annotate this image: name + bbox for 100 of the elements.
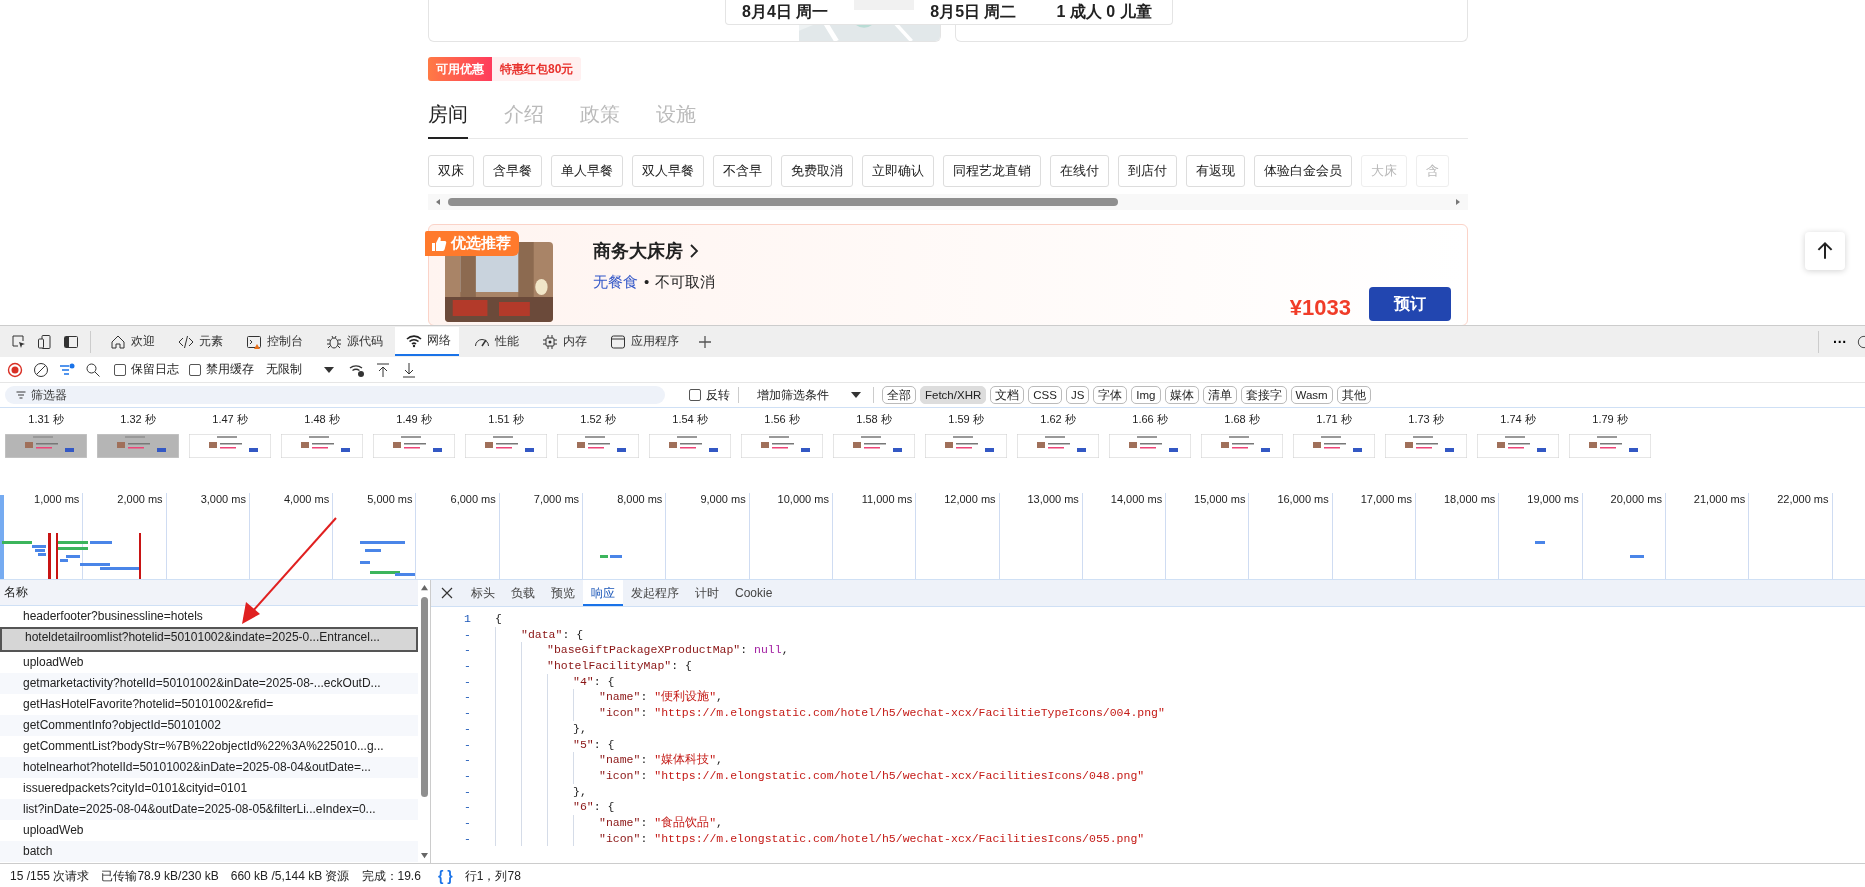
type-filter-button[interactable]: CSS xyxy=(1028,386,1062,404)
search-icon[interactable] xyxy=(85,361,101,378)
inspect-icon[interactable] xyxy=(11,333,27,350)
filter-chip[interactable]: 不含早 xyxy=(713,155,772,187)
request-row[interactable]: batch xyxy=(0,841,418,862)
detail-tab[interactable]: 响应 xyxy=(583,580,623,606)
request-row[interactable]: getHasHotelFavorite?hotelid=50101002&refid= xyxy=(0,694,418,715)
checkbox[interactable] xyxy=(114,363,126,376)
caret-icon[interactable] xyxy=(851,391,861,399)
request-row[interactable]: hoteldetailroomlist?hotelid=50101002&indate=2025-0...Entrancel... xyxy=(0,627,418,652)
page-thumbnail[interactable] xyxy=(373,434,455,458)
clear-icon[interactable] xyxy=(33,361,49,378)
filter-chip[interactable]: 有返现 xyxy=(1186,155,1245,187)
filter-icon[interactable] xyxy=(59,361,75,378)
filter-chip[interactable]: 体验白金会员 xyxy=(1254,155,1352,187)
upload-icon[interactable] xyxy=(375,361,391,378)
room-name[interactable]: 商务大床房 xyxy=(593,239,683,263)
page-thumbnail[interactable] xyxy=(833,434,915,458)
filter-chip[interactable]: 双人早餐 xyxy=(632,155,704,187)
column-header[interactable]: 名称 xyxy=(0,580,418,606)
filter-chip[interactable]: 含早餐 xyxy=(483,155,542,187)
pretty-print-button[interactable]: { } xyxy=(434,868,457,884)
type-filter-button[interactable]: 清单 xyxy=(1202,386,1237,404)
page-thumbnail[interactable] xyxy=(1477,434,1559,458)
page-thumbnail[interactable] xyxy=(97,434,179,458)
record-icon[interactable] xyxy=(7,361,23,378)
page-thumbnail[interactable] xyxy=(1201,434,1283,458)
type-filter-button[interactable]: 字体 xyxy=(1093,386,1128,404)
devtools-tab[interactable]: 控制台 xyxy=(235,327,311,356)
filter-chip[interactable]: 在线付 xyxy=(1050,155,1109,187)
filter-chip[interactable]: 单人早餐 xyxy=(551,155,623,187)
filter-chip[interactable]: 到店付 xyxy=(1118,155,1177,187)
device-icon[interactable] xyxy=(37,333,53,350)
page-thumbnail[interactable] xyxy=(281,434,363,458)
type-filter-button[interactable]: 套接字 xyxy=(1240,386,1287,404)
more-button[interactable]: ··· xyxy=(1827,333,1853,350)
scroll-left-icon[interactable] xyxy=(434,198,442,206)
close-icon[interactable] xyxy=(441,587,453,599)
page-thumbnail[interactable] xyxy=(741,434,823,458)
type-filter-button[interactable]: Fetch/XHR xyxy=(920,386,987,404)
add-tab-icon[interactable] xyxy=(697,333,713,350)
page-thumbnail[interactable] xyxy=(649,434,731,458)
book-button[interactable]: 预订 xyxy=(1369,287,1451,321)
type-filter-button[interactable]: 其他 xyxy=(1336,386,1371,404)
scroll-up-icon[interactable] xyxy=(419,584,429,591)
detail-tab[interactable]: 负载 xyxy=(503,580,543,606)
request-row[interactable]: headerfooter?businessline=hotels xyxy=(0,606,418,627)
checkbox[interactable] xyxy=(689,389,701,401)
devtools-tab[interactable]: 元素 xyxy=(167,327,231,356)
devtools-tab[interactable]: 欢迎 xyxy=(99,327,163,356)
request-row[interactable]: uploadWeb xyxy=(0,652,418,673)
page-thumbnail[interactable] xyxy=(189,434,271,458)
page-thumbnail[interactable] xyxy=(557,434,639,458)
request-row[interactable]: issueredpackets?cityId=0101&cityid=0101 xyxy=(0,778,418,799)
filter-chip[interactable]: 同程艺龙直销 xyxy=(943,155,1041,187)
devtools-tab[interactable]: 源代码 xyxy=(315,327,391,356)
section-tab[interactable]: 房间 xyxy=(428,93,468,139)
request-row[interactable]: getCommentList?bodyStr=%7B%22objectId%22%3A%225010...g... xyxy=(0,736,418,757)
detail-tab[interactable]: 计时 xyxy=(687,580,727,606)
page-thumbnail[interactable] xyxy=(465,434,547,458)
download-icon[interactable] xyxy=(401,361,417,378)
type-filter-button[interactable]: 全部 xyxy=(882,386,916,404)
date-selector[interactable]: 8月4日 周一 8月5日 周二 1 成人 0 儿童 xyxy=(725,0,1173,25)
detail-tab[interactable]: 预览 xyxy=(543,580,583,606)
filter-chip[interactable]: 立即确认 xyxy=(862,155,934,187)
throttle-dropdown[interactable]: 无限制 xyxy=(266,361,302,378)
room-card[interactable]: 优选推荐 商务大床房 无餐食 • 不可取消 ¥1033 预订 xyxy=(428,224,1468,325)
devtools-tab[interactable]: 应用程序 xyxy=(599,327,687,356)
devtools-tab[interactable]: 性能 xyxy=(463,327,527,356)
request-row[interactable]: getCommentInfo?objectId=50101002 xyxy=(0,715,418,736)
devtools-tab[interactable]: 内存 xyxy=(531,327,595,356)
type-filter-button[interactable]: 文档 xyxy=(990,386,1025,404)
request-row[interactable]: uploadWeb xyxy=(0,820,418,841)
filter-chip[interactable]: 免费取消 xyxy=(781,155,853,187)
request-row[interactable]: hotelnearhot?hotelId=50101002&inDate=2025-08-04&outDate=... xyxy=(0,757,418,778)
page-thumbnail[interactable] xyxy=(1385,434,1467,458)
checkbox[interactable] xyxy=(189,363,201,376)
request-row[interactable]: list?inDate=2025-08-04&outDate=2025-08-05&filterLi...eIndex=0... xyxy=(0,799,418,820)
scroll-right-icon[interactable] xyxy=(1454,198,1462,206)
dock-icon[interactable] xyxy=(63,333,79,350)
filter-field[interactable]: 筛选器 xyxy=(5,386,665,404)
filter-chip[interactable]: 双床 xyxy=(428,155,474,187)
detail-tab[interactable]: Cookie xyxy=(727,580,781,606)
page-thumbnail[interactable] xyxy=(1569,434,1651,458)
caret-icon[interactable] xyxy=(324,365,334,374)
page-thumbnail[interactable] xyxy=(1293,434,1375,458)
detail-tab[interactable]: 标头 xyxy=(463,580,503,606)
horizontal-scrollbar[interactable] xyxy=(428,194,1468,210)
page-thumbnail[interactable] xyxy=(1017,434,1099,458)
page-thumbnail[interactable] xyxy=(1109,434,1191,458)
back-to-top-button[interactable] xyxy=(1805,232,1845,270)
type-filter-button[interactable]: JS xyxy=(1065,386,1090,404)
type-filter-button[interactable]: Img xyxy=(1131,386,1161,404)
devtools-tab[interactable]: 网络 xyxy=(395,327,459,356)
scroll-down-icon[interactable] xyxy=(419,852,429,859)
request-row[interactable]: getmarketactivity?hotelId=50101002&inDate=2025-08-...eckOutD... xyxy=(0,673,418,694)
page-thumbnail[interactable] xyxy=(925,434,1007,458)
page-thumbnail[interactable] xyxy=(5,434,87,458)
type-filter-button[interactable]: 媒体 xyxy=(1164,386,1199,404)
type-filter-button[interactable]: Wasm xyxy=(1290,386,1333,404)
